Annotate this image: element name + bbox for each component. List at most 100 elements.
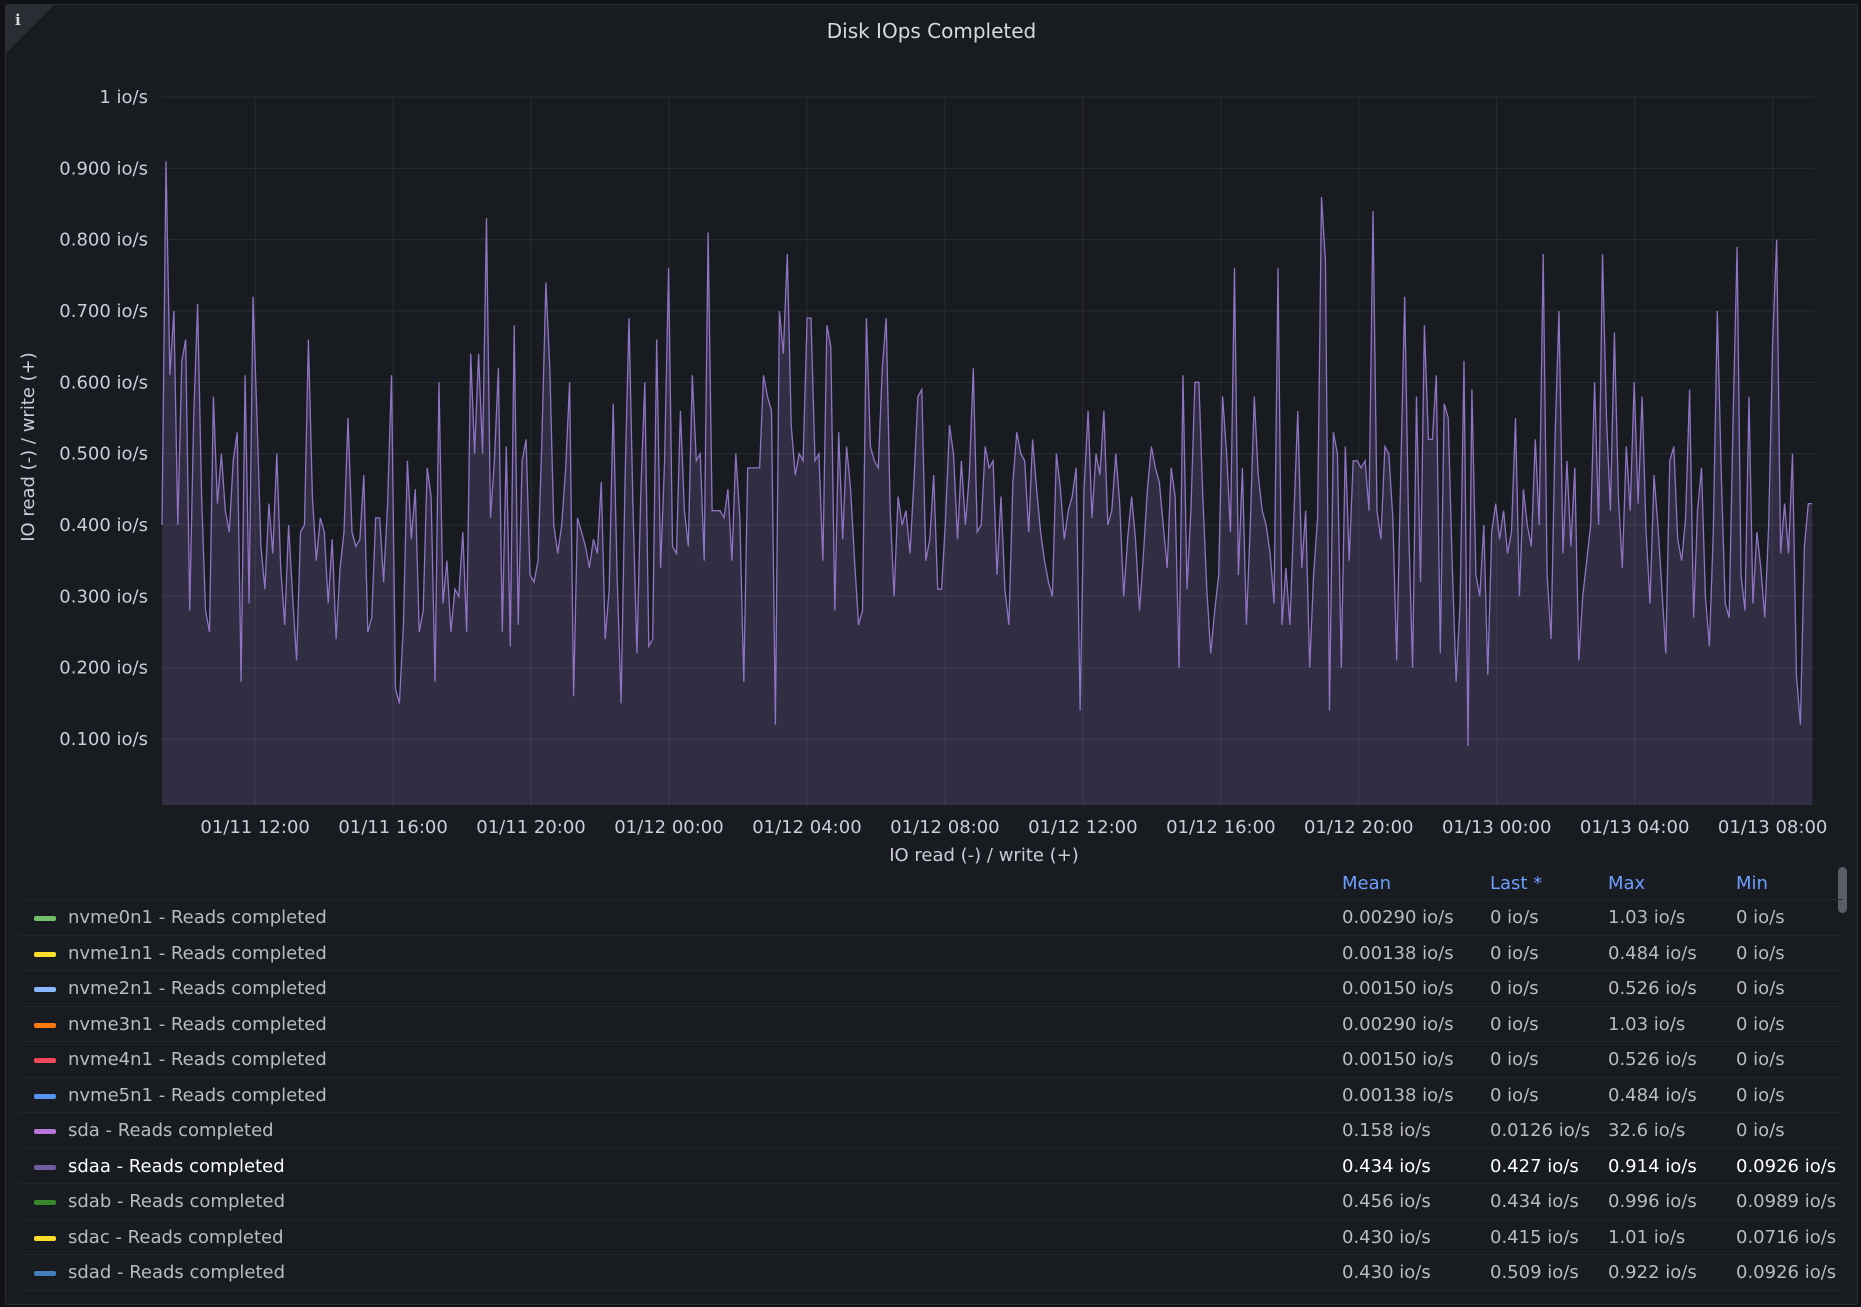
legend-value-mean: 0.430 io/s xyxy=(1342,1226,1431,1248)
legend-color-swatch[interactable] xyxy=(34,1271,56,1276)
legend-value-max: 0.484 io/s xyxy=(1608,1084,1697,1106)
legend-value-max: 1.03 io/s xyxy=(1608,907,1686,928)
legend-color-swatch[interactable] xyxy=(34,1164,56,1170)
legend-value-last: 0 io/s xyxy=(1490,907,1539,928)
legend-header: Mean Last * Max Min xyxy=(20,865,1842,899)
legend-value-min: 0 io/s xyxy=(1736,1049,1785,1070)
legend-color-swatch[interactable] xyxy=(34,951,56,957)
legend-row[interactable]: nvme0n1 - Reads completed 0.00290 io/s 0 i… xyxy=(20,899,1842,935)
graph-panel: i Disk IOps Completed 1 io/s 0.900 io/s 0.… xyxy=(5,4,1858,1305)
legend-series-name[interactable]: nvme2n1 - Reads completed xyxy=(68,978,327,999)
y-tick-label: 0.900 io/s xyxy=(59,158,148,179)
legend-rows: nvme0n1 - Reads completed 0.00290 io/s 0 i… xyxy=(20,899,1842,1295)
legend-color-swatch[interactable] xyxy=(34,1235,56,1241)
legend-row[interactable]: nvme1n1 - Reads completed 0.00138 io/s 0 i… xyxy=(20,934,1842,971)
legend-row[interactable]: sdaa - Reads completed 0.434 io/s 0.427 io… xyxy=(20,1147,1842,1184)
legend-value-mean: 0.00290 io/s xyxy=(1342,1013,1454,1035)
legend-table: Mean Last * Max Min nvme0n1 - Reads comp… xyxy=(20,865,1842,1295)
legend-row[interactable]: sdad - Reads completed 0.430 io/s 0.509 io… xyxy=(20,1254,1842,1290)
legend-value-min: 0 io/s xyxy=(1736,1120,1785,1141)
legend-row[interactable]: nvme5n1 - Reads completed 0.00138 io/s 0 i… xyxy=(20,1076,1842,1113)
x-tick-label: 01/13 04:00 xyxy=(1580,817,1689,838)
legend-value-mean: 0.00138 io/s xyxy=(1342,942,1454,964)
legend-row[interactable]: nvme3n1 - Reads completed 0.00290 io/s 0 i… xyxy=(20,1005,1842,1042)
legend-header-mean[interactable]: Mean xyxy=(1342,873,1391,894)
legend-value-min: 0.0716 io/s xyxy=(1736,1226,1837,1248)
legend-value-max: 0.484 io/s xyxy=(1608,942,1697,964)
legend-color-swatch[interactable] xyxy=(34,987,56,992)
legend-series-name[interactable]: sdac - Reads completed xyxy=(68,1227,284,1248)
x-tick-label: 01/12 16:00 xyxy=(1166,817,1275,838)
legend-color-swatch[interactable] xyxy=(34,916,56,921)
x-tick-label: 01/13 00:00 xyxy=(1442,817,1551,838)
legend-value-mean: 0.00150 io/s xyxy=(1342,1049,1454,1070)
y-tick-label: 0.600 io/s xyxy=(59,372,148,393)
x-tick-label: 01/11 12:00 xyxy=(200,817,309,838)
legend-series-name[interactable]: sdab - Reads completed xyxy=(68,1191,285,1212)
legend-value-min: 0.0926 io/s xyxy=(1736,1155,1837,1177)
legend-value-mean: 0.00290 io/s xyxy=(1342,907,1454,928)
x-tick-label: 01/12 00:00 xyxy=(614,817,723,838)
legend-series-name[interactable]: sdad - Reads completed xyxy=(68,1262,285,1283)
legend-value-last: 0 io/s xyxy=(1490,1013,1539,1035)
legend-value-max: 32.6 io/s xyxy=(1608,1120,1686,1141)
legend-value-min: 0.0926 io/s xyxy=(1736,1262,1837,1283)
legend-color-swatch[interactable] xyxy=(34,1058,56,1063)
legend-series-name[interactable]: sdaa - Reads completed xyxy=(68,1156,285,1177)
legend-value-last: 0.0126 io/s xyxy=(1490,1120,1591,1141)
legend-color-swatch[interactable] xyxy=(34,1022,56,1028)
legend-value-max: 0.922 io/s xyxy=(1608,1262,1697,1283)
y-tick-label: 0.300 io/s xyxy=(59,586,148,607)
legend-value-mean: 0.434 io/s xyxy=(1342,1155,1431,1177)
legend-value-mean: 0.456 io/s xyxy=(1342,1191,1431,1212)
legend-row[interactable]: sdab - Reads completed 0.456 io/s 0.434 io… xyxy=(20,1183,1842,1219)
y-tick-label: 0.700 io/s xyxy=(59,301,148,322)
x-tick-label: 01/13 08:00 xyxy=(1718,817,1827,838)
legend-value-last: 0 io/s xyxy=(1490,1049,1539,1070)
legend-value-last: 0 io/s xyxy=(1490,942,1539,964)
x-axis-label: IO read (-) / write (+) xyxy=(889,845,1079,865)
legend-header-max[interactable]: Max xyxy=(1608,873,1645,894)
y-tick-label: 0.800 io/s xyxy=(59,230,148,251)
y-axis-ticks: 1 io/s 0.900 io/s 0.800 io/s 0.700 io/s 0.60… xyxy=(59,87,148,750)
legend-row[interactable]: sdac - Reads completed 0.430 io/s 0.415 io… xyxy=(20,1218,1842,1255)
legend-series-name[interactable]: nvme3n1 - Reads completed xyxy=(68,1014,327,1035)
legend-series-name[interactable]: nvme5n1 - Reads completed xyxy=(68,1085,327,1106)
x-tick-label: 01/11 16:00 xyxy=(338,817,447,838)
legend-value-last: 0.415 io/s xyxy=(1490,1226,1579,1248)
legend-value-last: 0 io/s xyxy=(1490,978,1539,999)
y-tick-label: 0.400 io/s xyxy=(59,515,148,536)
legend-color-swatch[interactable] xyxy=(34,1129,56,1134)
legend-series-name[interactable]: sda - Reads completed xyxy=(68,1120,274,1141)
legend-color-swatch[interactable] xyxy=(34,1200,56,1205)
legend-value-mean: 0.430 io/s xyxy=(1342,1262,1431,1283)
legend-value-mean: 0.00150 io/s xyxy=(1342,978,1454,999)
legend-value-min: 0 io/s xyxy=(1736,978,1785,999)
legend-value-mean: 0.00138 io/s xyxy=(1342,1084,1454,1106)
legend-series-name[interactable]: nvme4n1 - Reads completed xyxy=(68,1049,327,1070)
legend-value-min: 0 io/s xyxy=(1736,1013,1785,1035)
legend-row[interactable]: nvme4n1 - Reads completed 0.00150 io/s 0 i… xyxy=(20,1041,1842,1077)
legend-value-min: 0 io/s xyxy=(1736,1084,1785,1106)
legend-header-min[interactable]: Min xyxy=(1736,873,1768,894)
x-tick-label: 01/12 08:00 xyxy=(890,817,999,838)
legend-value-max: 0.914 io/s xyxy=(1608,1155,1697,1177)
legend-series-name[interactable]: nvme1n1 - Reads completed xyxy=(68,943,327,964)
y-tick-label: 1 io/s xyxy=(99,87,148,108)
chart-area[interactable]: 1 io/s 0.900 io/s 0.800 io/s 0.700 io/s 0.60… xyxy=(6,5,1857,865)
y-axis-label: IO read (-) / write (+) xyxy=(18,352,39,542)
x-tick-label: 01/12 12:00 xyxy=(1028,817,1137,838)
legend-value-mean: 0.158 io/s xyxy=(1342,1120,1431,1141)
legend-value-max: 1.03 io/s xyxy=(1608,1013,1686,1035)
legend-row[interactable]: sda - Reads completed 0.158 io/s 0.0126 io… xyxy=(20,1112,1842,1148)
legend-color-swatch[interactable] xyxy=(34,1093,56,1099)
legend-value-min: 0 io/s xyxy=(1736,942,1785,964)
legend-row[interactable]: sdae - Reads completed0.427 io/s0.385 io… xyxy=(20,1289,1842,1296)
y-tick-label: 0.100 io/s xyxy=(59,729,148,750)
legend-series-name[interactable]: nvme0n1 - Reads completed xyxy=(68,907,327,928)
legend-row[interactable]: nvme2n1 - Reads completed 0.00150 io/s 0 i… xyxy=(20,970,1842,1006)
legend-value-min: 0.0989 io/s xyxy=(1736,1191,1837,1212)
legend-value-max: 1.01 io/s xyxy=(1608,1226,1686,1248)
x-tick-label: 01/11 20:00 xyxy=(476,817,585,838)
legend-header-last[interactable]: Last * xyxy=(1490,873,1542,894)
